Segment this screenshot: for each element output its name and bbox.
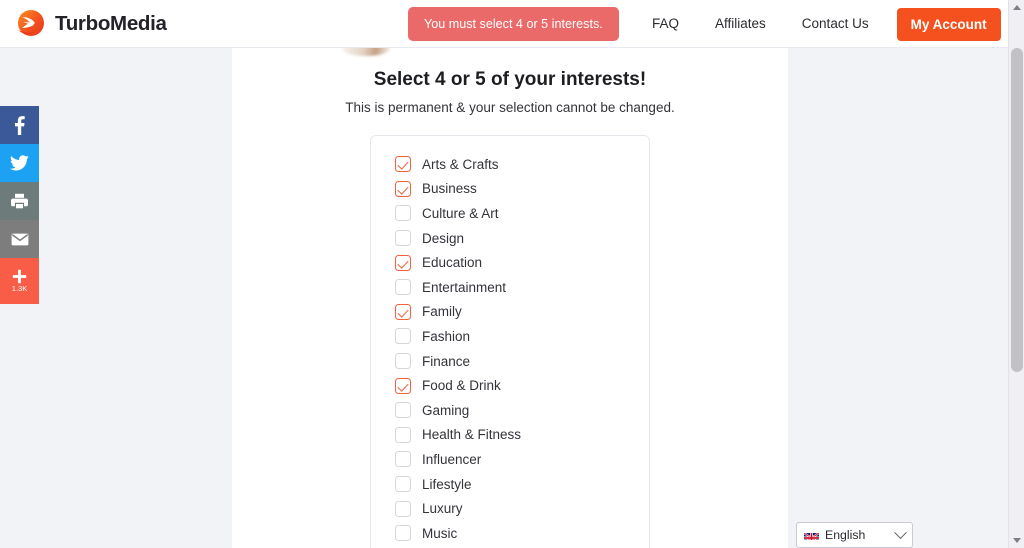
main-nav: FAQ Affiliates Contact Us My Account Log… — [600, 0, 1024, 48]
page-title: Select 4 or 5 of your interests! — [373, 69, 647, 90]
checkbox-checked-icon[interactable] — [395, 303, 411, 320]
checkbox-unchecked-icon[interactable] — [395, 328, 411, 345]
interest-label: Luxury — [422, 501, 463, 517]
print-page-button[interactable] — [0, 182, 39, 220]
chevron-down-icon — [894, 525, 907, 539]
interest-label: Influencer — [422, 451, 482, 467]
share-count-label: 1.3K — [11, 284, 28, 294]
envelope-icon — [11, 233, 28, 245]
interest-row[interactable]: Fashion — [371, 324, 649, 349]
interest-label: Fashion — [422, 328, 471, 344]
checkbox-unchecked-icon[interactable] — [395, 205, 411, 222]
interest-label: Music — [422, 525, 458, 541]
interest-checkbox-list: Arts & Crafts Business Culture & Art Design… — [370, 135, 650, 548]
plus-icon — [12, 270, 27, 284]
scroll-up-arrow-icon[interactable] — [1013, 5, 1021, 10]
interest-row[interactable]: Health & Fitness — [371, 423, 649, 448]
nav-link-contact-us[interactable]: Contact Us — [784, 0, 887, 48]
page-root: TurboMedia FAQ Affiliates Contact Us My … — [0, 0, 1024, 548]
checkbox-unchecked-icon[interactable] — [395, 525, 411, 542]
brand-logo[interactable]: TurboMedia — [16, 9, 167, 39]
nav-link-affiliates[interactable]: Affiliates — [697, 0, 784, 48]
interest-row[interactable]: Culture & Art — [371, 201, 649, 226]
interest-row[interactable]: Family — [371, 300, 649, 325]
interest-label: Business — [422, 181, 477, 197]
uk-flag-icon — [804, 530, 819, 540]
checkbox-unchecked-icon[interactable] — [395, 451, 411, 468]
interest-label: Family — [422, 304, 462, 320]
scrolled-image-remnant — [342, 48, 390, 56]
interest-row[interactable]: Design — [371, 226, 649, 251]
checkbox-unchecked-icon[interactable] — [395, 230, 411, 247]
interest-row[interactable]: Music — [371, 521, 649, 546]
interest-label: Food & Drink — [422, 378, 501, 394]
browser-scrollbar[interactable] — [1008, 0, 1024, 548]
twitter-share-button[interactable] — [0, 144, 39, 182]
content-panel: Select 4 or 5 of your interests! This is… — [232, 48, 788, 548]
interest-row[interactable]: Luxury — [371, 496, 649, 521]
interest-label: Lifestyle — [422, 476, 472, 492]
interest-row[interactable]: Influencer — [371, 447, 649, 472]
checkbox-unchecked-icon[interactable] — [395, 402, 411, 419]
interest-row[interactable]: Arts & Crafts — [371, 152, 649, 177]
checkbox-unchecked-icon[interactable] — [395, 500, 411, 517]
checkbox-checked-icon[interactable] — [395, 156, 411, 173]
scrollbar-thumb[interactable] — [1011, 48, 1023, 372]
interest-row[interactable]: Finance — [371, 349, 649, 374]
interest-row[interactable]: Education — [371, 250, 649, 275]
validation-alert-tooltip: You must select 4 or 5 interests. — [408, 7, 619, 41]
interest-row[interactable]: Lifestyle — [371, 472, 649, 497]
interest-label: Health & Fitness — [422, 427, 522, 443]
checkbox-unchecked-icon[interactable] — [395, 476, 411, 493]
checkbox-checked-icon[interactable] — [395, 254, 411, 271]
interest-label: Entertainment — [422, 279, 507, 295]
page-body: Select 4 or 5 of your interests! This is… — [0, 48, 1008, 548]
interest-row[interactable]: Food & Drink — [371, 373, 649, 398]
checkbox-unchecked-icon[interactable] — [395, 279, 411, 296]
twitter-icon — [10, 155, 29, 171]
interest-label: Arts & Crafts — [422, 156, 499, 172]
checkbox-checked-icon[interactable] — [395, 377, 411, 394]
my-account-button[interactable]: My Account — [896, 7, 1001, 41]
checkbox-unchecked-icon[interactable] — [395, 426, 411, 443]
interest-label: Education — [422, 255, 483, 271]
turbo-swoosh-logo-icon — [18, 9, 44, 36]
interest-row[interactable]: Business — [371, 177, 649, 202]
checkbox-checked-icon[interactable] — [395, 180, 411, 197]
site-header: TurboMedia FAQ Affiliates Contact Us My … — [0, 0, 1008, 48]
more-share-button[interactable]: 1.3K — [0, 258, 39, 304]
interest-label: Gaming — [422, 402, 470, 418]
checkbox-unchecked-icon[interactable] — [395, 353, 411, 370]
nav-link-faq[interactable]: FAQ — [634, 0, 697, 48]
interest-row[interactable]: Gaming — [371, 398, 649, 423]
social-share-rail: 1.3K — [0, 106, 39, 304]
brand-name: TurboMedia — [55, 11, 167, 35]
interest-label: Culture & Art — [422, 205, 499, 221]
facebook-share-button[interactable] — [0, 106, 39, 144]
email-share-button[interactable] — [0, 220, 39, 258]
interest-label: Finance — [422, 353, 471, 369]
interest-label: Design — [422, 230, 465, 246]
interest-row[interactable]: Entertainment — [371, 275, 649, 300]
facebook-icon — [14, 115, 25, 135]
page-subtitle: This is permanent & your selection canno… — [345, 100, 675, 115]
printer-icon — [11, 193, 28, 209]
scroll-down-arrow-icon[interactable] — [1013, 538, 1021, 543]
language-selected-value: English — [825, 528, 866, 542]
language-selector[interactable]: English — [796, 522, 913, 548]
